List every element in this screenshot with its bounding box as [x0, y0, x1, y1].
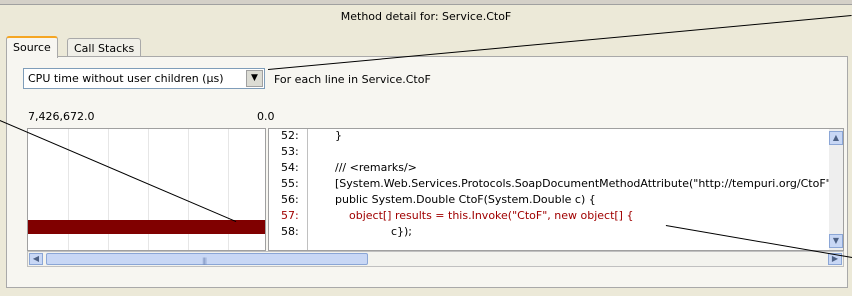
line-text: object[] results = this.Invoke("CtoF", n… [335, 209, 634, 222]
line-number: 57: [281, 209, 299, 222]
line-text: } [335, 129, 342, 142]
scroll-left-arrow-icon[interactable]: ◀ [29, 253, 43, 265]
code-line[interactable]: 54: /// <remarks/> [269, 161, 829, 175]
top-strip [0, 0, 852, 5]
vertical-scrollbar[interactable]: ▲ ▼ [829, 129, 843, 250]
source-code-view[interactable]: 52:} 53: 54: /// <remarks/> 55: [System.We… [268, 128, 844, 251]
scroll-down-arrow-icon[interactable]: ▼ [829, 234, 843, 248]
code-line[interactable]: 55: [System.Web.Services.Protocols.SoapDo… [269, 177, 831, 191]
code-line[interactable]: 52:} [269, 129, 829, 143]
tab-call-stacks[interactable]: Call Stacks [67, 38, 142, 57]
line-number: 58: [281, 225, 299, 238]
line-number: 52: [281, 129, 299, 142]
line-text: c}); [335, 225, 412, 238]
horizontal-scrollbar[interactable]: ◀ ||| ▶ [27, 251, 844, 267]
axis-max-label: 7,426,672.0 [28, 110, 95, 123]
method-detail-title: Method detail for: Service.CtoF [340, 10, 512, 23]
metric-dropdown[interactable]: CPU time without user children (µs) ▼ [23, 68, 265, 89]
line-text: [System.Web.Services.Protocols.SoapDocum… [335, 177, 831, 190]
line-text: public System.Double CtoF(System.Double … [335, 193, 596, 206]
metric-selected-value: CPU time without user children (µs) [28, 72, 224, 85]
scroll-up-arrow-icon[interactable]: ▲ [829, 131, 843, 145]
grip-icon: ||| [202, 257, 207, 265]
scope-label: For each line in Service.CtoF [274, 73, 431, 86]
tab-source[interactable]: Source [6, 36, 58, 58]
line-number: 55: [281, 177, 299, 190]
code-line-highlighted[interactable]: 57: object[] results = this.Invoke("CtoF… [269, 209, 829, 223]
axis-min-label: 0.0 [257, 110, 275, 123]
line-text: /// <remarks/> [335, 161, 417, 174]
line-number: 54: [281, 161, 299, 174]
line-number: 56: [281, 193, 299, 206]
code-line[interactable]: 58: c}); [269, 225, 829, 239]
line-number: 53: [281, 145, 299, 158]
code-line[interactable]: 56: public System.Double CtoF(System.Doub… [269, 193, 829, 207]
code-line[interactable]: 53: [269, 145, 829, 159]
line-57-cost-bar [28, 220, 265, 234]
dropdown-arrow-icon[interactable]: ▼ [246, 70, 263, 87]
scroll-thumb[interactable]: ||| [46, 253, 368, 265]
